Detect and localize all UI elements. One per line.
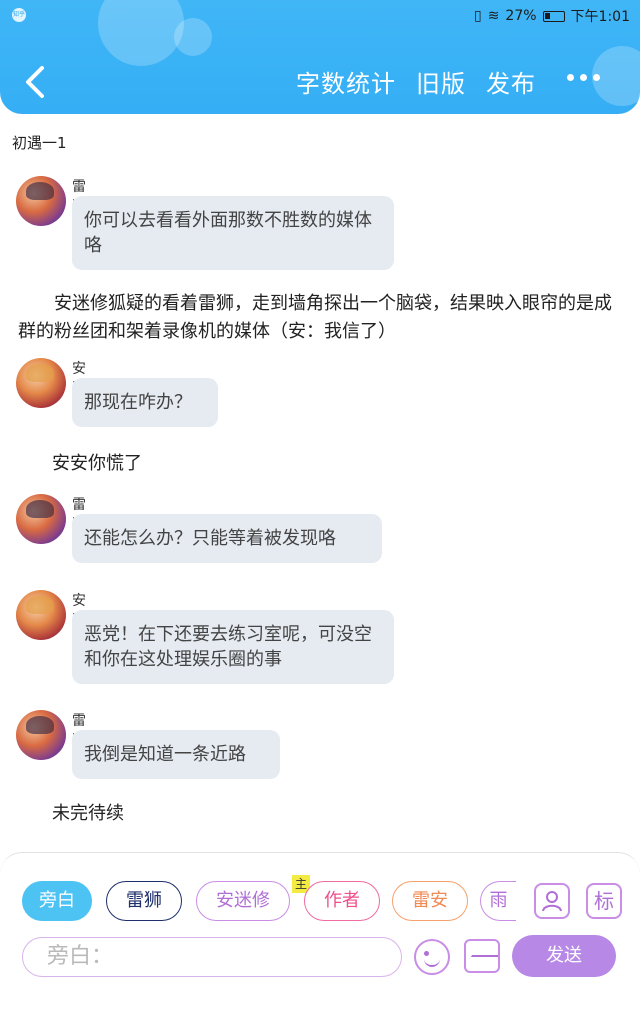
message-bubble: 我倒是知道一条近路 — [72, 730, 280, 779]
input-row: 旁白： 发送 — [22, 935, 622, 979]
contact-icon[interactable] — [534, 883, 570, 919]
old-version-button[interactable]: 旧版 — [416, 64, 466, 99]
avatar — [16, 494, 66, 544]
publish-button[interactable]: 发布 — [486, 64, 536, 99]
word-count-button[interactable]: 字数统计 — [296, 64, 396, 99]
avatar — [16, 358, 66, 408]
app-badge-icon: 知乎 — [12, 8, 26, 22]
avatar — [16, 176, 66, 226]
role-chip-leian[interactable]: 雷安 — [392, 881, 468, 921]
role-selector: 旁白 雷狮 安迷修 主 作者 雷安 雨 标 — [22, 875, 622, 923]
top-header: 知乎 ▯ ≋ 27% 下午1:01 字数统计 旧版 发布 — [0, 0, 640, 114]
role-chip-author[interactable]: 作者 — [304, 881, 380, 921]
message-bubble: 那现在咋办？ — [72, 378, 218, 427]
avatar — [16, 710, 66, 760]
message-bubble: 你可以去看看外面那数不胜数的媒体咯 — [72, 196, 394, 270]
back-arrow-icon[interactable] — [22, 64, 50, 100]
role-chip-anmixiu[interactable]: 安迷修 — [196, 881, 290, 921]
avatar — [16, 590, 66, 640]
role-chip-yu[interactable]: 雨 — [480, 881, 516, 921]
narration-text: 安迷修狐疑的看着雷狮，走到墙角探出一个脑袋，结果映入眼帘的是成群的粉丝团和架着录… — [18, 293, 612, 342]
role-chip-narration[interactable]: 旁白 — [22, 881, 92, 921]
send-button[interactable]: 发送 — [512, 935, 616, 977]
message-input[interactable]: 旁白： — [22, 937, 402, 977]
image-icon[interactable] — [464, 939, 500, 973]
status-time: 下午1:01 — [570, 9, 630, 25]
message-bubble: 恶党！在下还要去练习室呢，可没空和你在这处理娱乐圈的事 — [72, 610, 394, 684]
emoji-icon[interactable] — [414, 939, 450, 975]
vibrate-icon: ▯ — [473, 8, 482, 24]
battery-percent: 27% — [505, 8, 537, 24]
role-chip-leishi[interactable]: 雷狮 — [106, 881, 182, 921]
battery-icon — [542, 10, 565, 22]
message-bubble: 还能怎么办？只能等着被发现咯 — [72, 514, 382, 563]
more-options-icon[interactable] — [567, 74, 600, 81]
nav-row: 字数统计 旧版 发布 — [0, 58, 640, 106]
status-bar: 知乎 ▯ ≋ 27% 下午1:01 — [0, 4, 640, 28]
tag-icon[interactable]: 标 — [586, 883, 622, 919]
composer-panel: 旁白 雷狮 安迷修 主 作者 雷安 雨 标 旁白： 发送 — [0, 852, 640, 1024]
wifi-icon: ≋ — [487, 8, 500, 24]
narration-text: 未完待续 — [52, 803, 124, 824]
chapter-title: 初遇一1 — [12, 134, 67, 152]
narration-text: 安安你慌了 — [52, 453, 142, 474]
